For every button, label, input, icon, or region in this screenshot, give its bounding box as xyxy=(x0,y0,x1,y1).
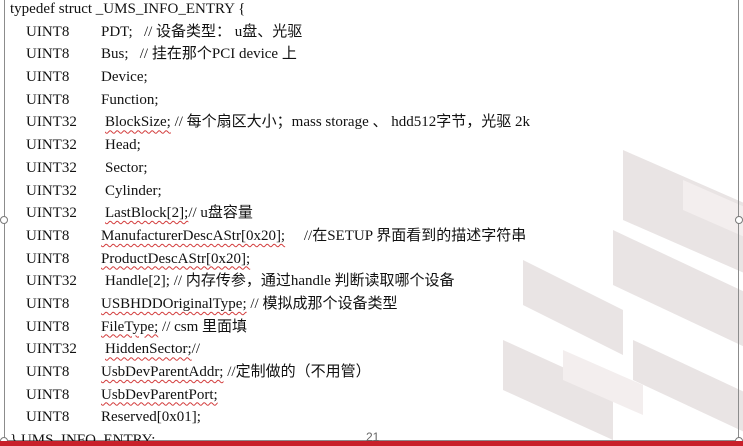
field-comment: // 设备类型： u盘、光驱 xyxy=(143,23,303,40)
field-rest: LastBlock[2];// u盘容量 xyxy=(105,202,253,225)
field-line-hiddensector: UINT32 HiddenSector;// xyxy=(10,338,730,361)
field-comment: // u盘容量 xyxy=(188,205,253,222)
struct-header: typedef struct _UMS_INFO_ENTRY { xyxy=(10,1,246,17)
field-line-usbhddoriginaltype: UINT8 USBHDDOriginalType; // 模拟成那个设备类型 xyxy=(10,293,730,316)
field-line-device: UINT8 Device; xyxy=(10,66,730,89)
field-name: PDT; xyxy=(101,23,133,40)
field-comment: //在SETUP 界面看到的描述字符串 xyxy=(303,227,527,244)
field-line-head: UINT32 Head; xyxy=(10,134,730,157)
field-line-reserved: UINT8 Reserved[0x01]; xyxy=(10,406,730,429)
field-line-cylinder: UINT32 Cylinder; xyxy=(10,180,730,203)
field-type: UINT32 xyxy=(26,205,77,222)
field-name: Sector; xyxy=(105,159,148,176)
field-comment: //定制做的（不用管） xyxy=(227,364,371,380)
field-line-sector: UINT32 Sector; xyxy=(10,157,730,180)
field-type: UINT8 xyxy=(26,250,70,267)
field-name: Cylinder; xyxy=(105,182,162,199)
field-name: LastBlock[2]; xyxy=(105,205,189,222)
field-type: UINT8 xyxy=(26,69,70,86)
field-type: UINT8 xyxy=(26,23,70,40)
field-rest: FileType; // csm 里面填 xyxy=(101,316,247,339)
field-name: ProductDescAStr[0x20]; xyxy=(101,250,251,267)
field-rest: HiddenSector;// xyxy=(105,338,200,361)
field-name: USBHDDOriginalType; xyxy=(101,295,247,312)
field-line-usbdevparentaddr: UINT8 UsbDevParentAddr; //定制做的（不用管） xyxy=(10,361,730,384)
field-name: Reserved[0x01]; xyxy=(101,409,201,426)
field-rest: BlockSize; // 每个扇区大小；mass storage 、 hdd5… xyxy=(105,111,530,134)
field-line-usbdevparentport: UINT8 UsbDevParentPort; xyxy=(10,384,730,407)
resize-handle-left[interactable] xyxy=(0,216,8,224)
field-type: UINT8 xyxy=(26,91,70,108)
field-line-handle: UINT32 Handle[2]; // 内存传参，通过handle 判断读取哪… xyxy=(10,270,730,293)
field-rest: ManufacturerDescAStr[0x20]; //在SETUP 界面看… xyxy=(101,225,526,248)
field-rest: USBHDDOriginalType; // 模拟成那个设备类型 xyxy=(101,293,397,316)
field-type: UINT8 xyxy=(26,46,70,63)
field-comment: // 每个扇区大小；mass storage 、 hdd512字节，光驱 2k xyxy=(174,114,530,131)
field-type: UINT32 xyxy=(26,182,77,199)
field-name: FileType; xyxy=(101,318,159,335)
field-comment: // csm 里面填 xyxy=(162,318,248,335)
field-line-function: UINT8 Function; xyxy=(10,89,730,112)
field-rest: UsbDevParentAddr; //定制做的（不用管） xyxy=(101,361,371,384)
field-name: Device; xyxy=(101,69,148,86)
field-name: UsbDevParentAddr; xyxy=(101,364,224,380)
code-block[interactable]: typedef struct _UMS_INFO_ENTRY { UINT8 P… xyxy=(10,0,730,446)
field-name: Head; xyxy=(105,137,141,154)
field-type: UINT8 xyxy=(26,364,70,380)
field-name: Handle[2]; xyxy=(105,273,170,290)
slide: typedef struct _UMS_INFO_ENTRY { UINT8 P… xyxy=(0,0,743,446)
field-line-blocksize: UINT32 BlockSize; // 每个扇区大小；mass storage… xyxy=(10,111,730,134)
field-rest: PDT; // 设备类型： u盘、光驱 xyxy=(101,21,302,44)
field-line-bus: UINT8 Bus; // 挂在那个PCI device 上 xyxy=(10,43,730,66)
field-line-filetype: UINT8 FileType; // csm 里面填 xyxy=(10,316,730,339)
accent-bar xyxy=(0,441,743,446)
field-rest: Handle[2]; // 内存传参，通过handle 判断读取哪个设备 xyxy=(105,270,455,293)
field-line-manufacturer: UINT8 ManufacturerDescAStr[0x20]; //在SET… xyxy=(10,225,730,248)
field-name: BlockSize; xyxy=(105,114,171,131)
field-comment: // 挂在那个PCI device 上 xyxy=(139,46,297,63)
field-type: UINT8 xyxy=(26,386,70,403)
field-type: UINT8 xyxy=(26,318,70,335)
field-comment: // xyxy=(191,341,200,358)
field-name: Function; xyxy=(101,91,159,108)
field-name: UsbDevParentPort; xyxy=(101,386,218,403)
field-comment: // 模拟成那个设备类型 xyxy=(250,295,398,312)
field-name: HiddenSector; xyxy=(105,341,192,358)
field-type: UINT32 xyxy=(26,114,77,131)
field-type: UINT8 xyxy=(26,295,70,312)
field-name: Bus; xyxy=(101,46,129,63)
field-type: UINT8 xyxy=(26,409,70,426)
field-type: UINT8 xyxy=(26,227,70,244)
field-type: UINT32 xyxy=(26,137,77,154)
field-line-lastblock: UINT32 LastBlock[2];// u盘容量 xyxy=(10,202,730,225)
resize-handle-right[interactable] xyxy=(735,216,743,224)
field-type: UINT32 xyxy=(26,273,77,290)
field-comment: // 内存传参，通过handle 判断读取哪个设备 xyxy=(173,273,455,290)
field-rest: Bus; // 挂在那个PCI device 上 xyxy=(101,43,297,66)
field-name: ManufacturerDescAStr[0x20]; xyxy=(101,227,286,244)
field-type: UINT32 xyxy=(26,159,77,176)
field-line-productdesc: UINT8 ProductDescAStr[0x20]; xyxy=(10,248,730,271)
field-type: UINT32 xyxy=(26,341,77,358)
field-line-pdt: UINT8 PDT; // 设备类型： u盘、光驱 xyxy=(10,21,730,44)
